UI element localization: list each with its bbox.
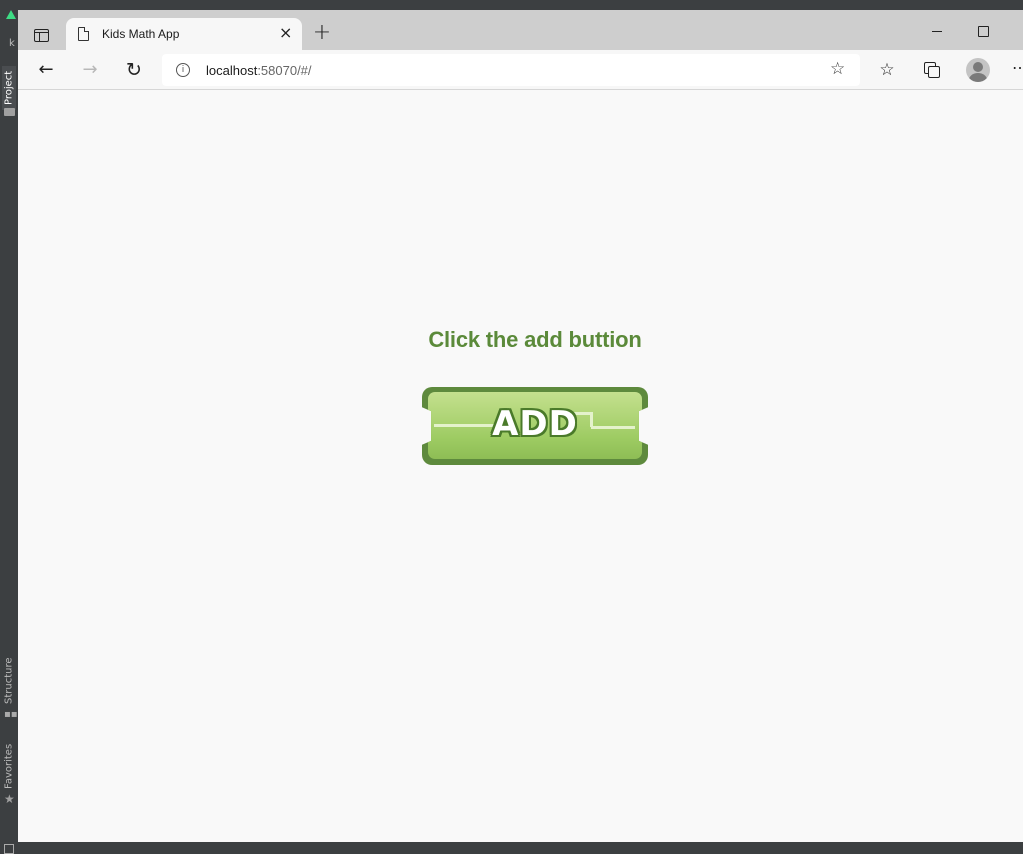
favorites-icon[interactable]: ☆ (876, 59, 898, 81)
panel-icon[interactable] (4, 844, 14, 854)
address-bar[interactable]: i localhost:58070/#/ ☆ (162, 54, 860, 86)
tab-bar: Kids Math App × + (18, 10, 1023, 50)
os-bottom-strip (18, 842, 1023, 854)
add-button[interactable]: ADD (422, 387, 648, 465)
page-icon (78, 27, 89, 41)
maximize-button[interactable] (974, 22, 994, 38)
add-favorite-icon[interactable]: ☆ (830, 59, 845, 79)
tab-title: Kids Math App (102, 27, 180, 41)
folder-icon (4, 108, 15, 116)
close-tab-icon[interactable]: × (279, 25, 292, 41)
tab-actions-button[interactable] (28, 24, 54, 46)
structure-icon: ▪▪ (4, 709, 18, 720)
android-icon (6, 10, 16, 19)
collections-icon[interactable] (921, 59, 943, 81)
page-content: Click the add buttion ADD (18, 91, 1023, 842)
profile-avatar[interactable] (966, 58, 990, 82)
ide-side-panel: k Project Structure ▪▪ Favorites ★ (0, 10, 18, 854)
star-icon: ★ (4, 792, 15, 806)
browser-window: Kids Math App × + ← → ↻ i localhost:5807… (18, 10, 1023, 842)
url-path: :58070/#/ (257, 63, 312, 78)
minimize-button[interactable] (928, 22, 948, 38)
url-text[interactable]: localhost:58070/#/ (206, 63, 312, 78)
reload-button[interactable]: ↻ (122, 58, 146, 82)
back-button[interactable]: ← (34, 58, 58, 82)
os-top-strip (0, 0, 1023, 10)
tab-actions-icon (33, 28, 49, 42)
more-icon[interactable]: ⋯ (1012, 58, 1023, 78)
browser-toolbar: ← → ↻ i localhost:58070/#/ ☆ ☆ ⋯ (18, 50, 1023, 90)
ide-tab-structure[interactable]: Structure (2, 656, 16, 706)
forward-button[interactable]: → (78, 58, 102, 82)
ide-tab-favorites[interactable]: Favorites (2, 742, 16, 790)
tab-kids-math-app[interactable]: Kids Math App × (66, 18, 302, 50)
new-tab-button[interactable]: + (312, 22, 332, 46)
ide-tab-project[interactable]: Project (2, 66, 16, 110)
ide-letter: k (9, 38, 15, 49)
add-button-face: ADD (428, 392, 642, 459)
instruction-text: Click the add buttion (428, 327, 642, 352)
info-icon[interactable]: i (176, 63, 190, 77)
url-host: localhost (206, 63, 258, 78)
add-button-label: ADD (492, 404, 578, 444)
